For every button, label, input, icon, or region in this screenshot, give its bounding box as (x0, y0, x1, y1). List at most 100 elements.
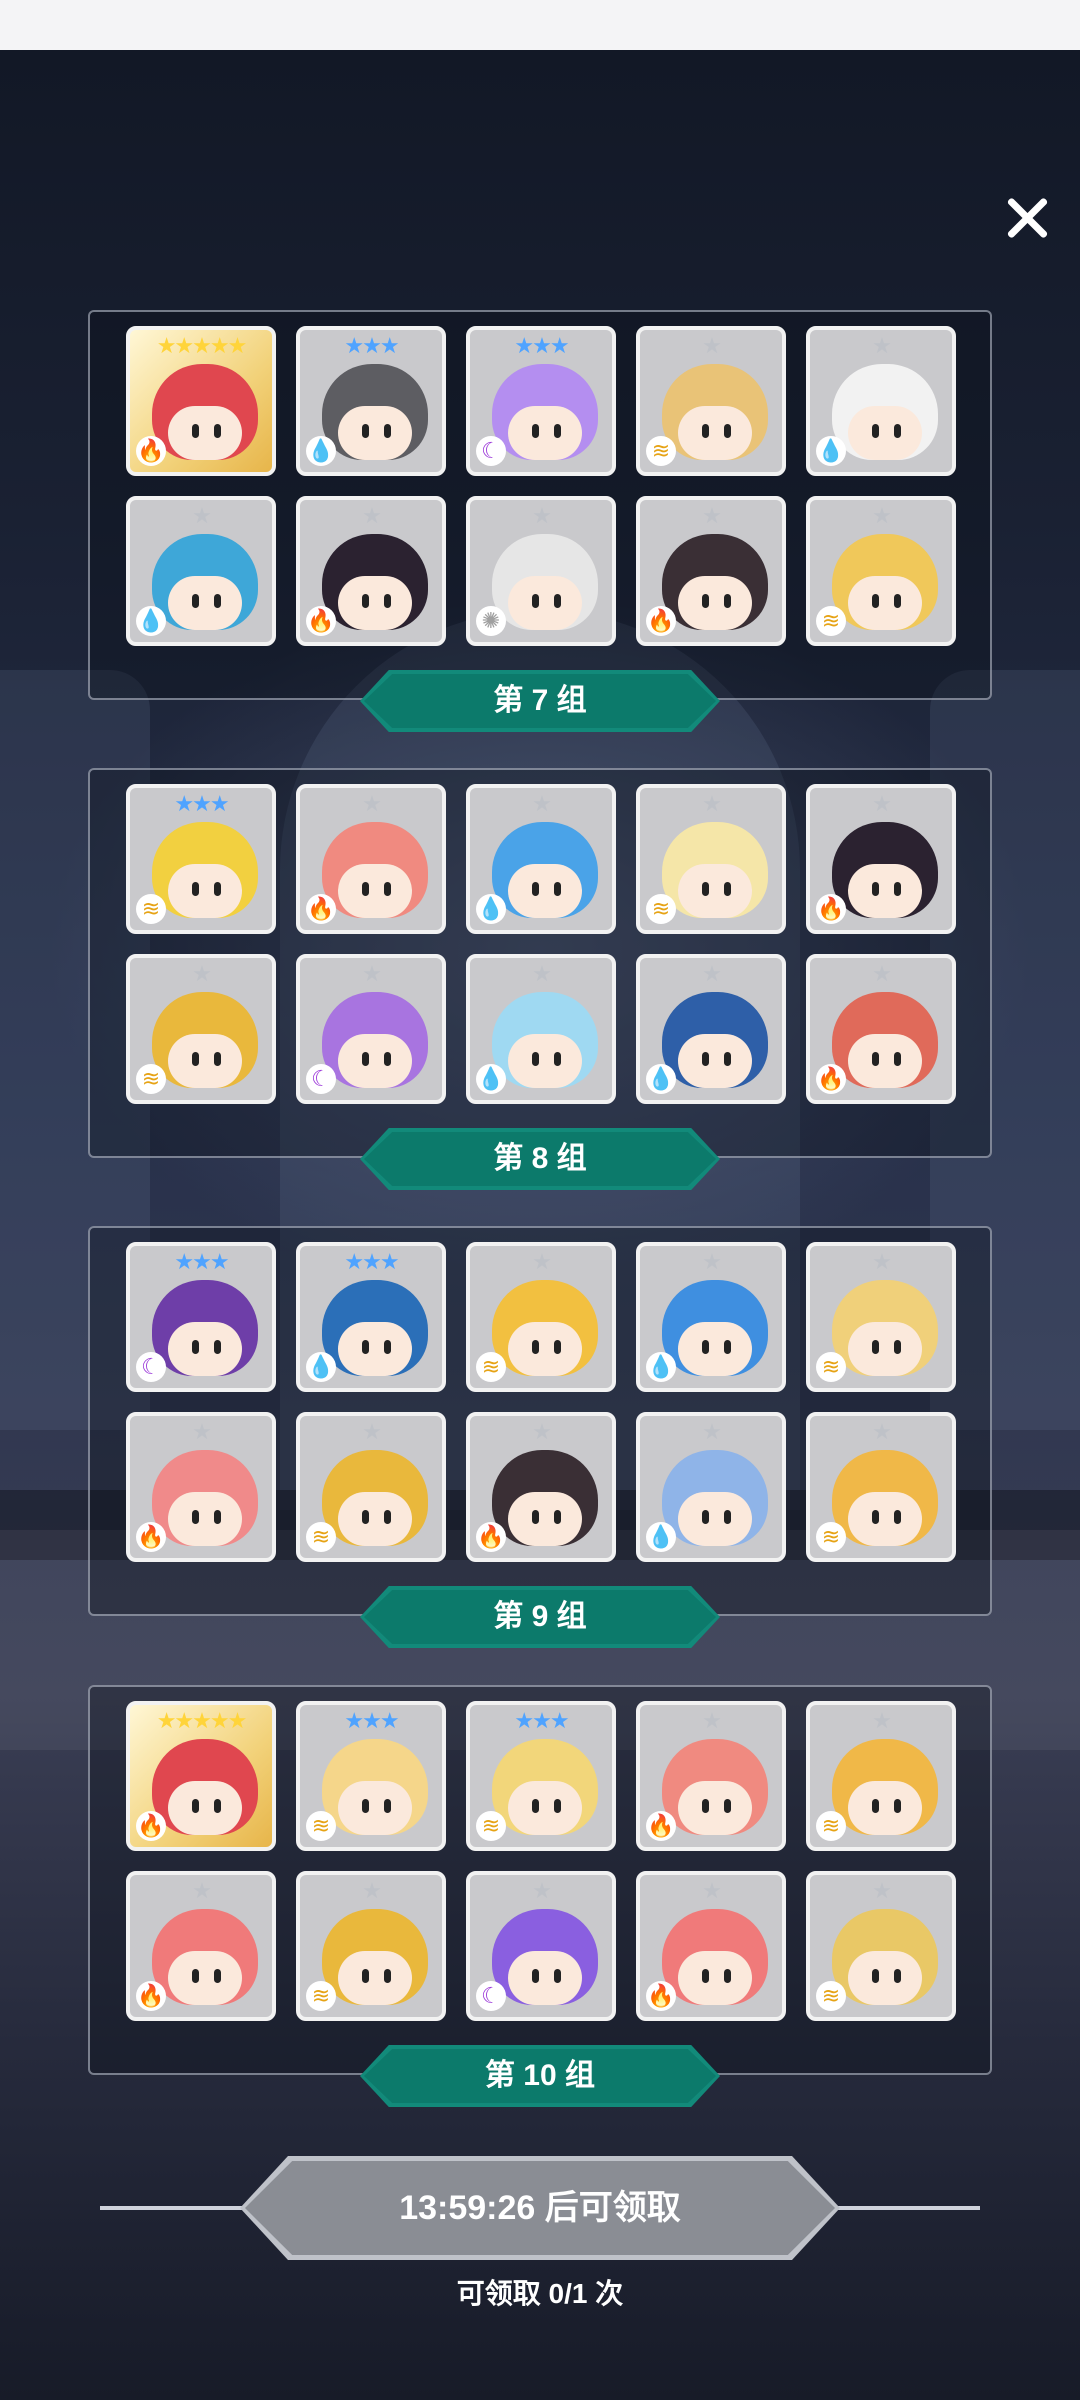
hero-card[interactable]: ★ ☾ (296, 954, 446, 1104)
hero-card[interactable]: ★ 💧 (466, 784, 616, 934)
water-element-icon: 💧 (646, 1352, 676, 1382)
hero-card[interactable]: ★ 💧 (466, 954, 616, 1104)
hero-face (338, 1951, 412, 2005)
eye (894, 1799, 901, 1813)
star-rating: ★★★ (344, 1249, 399, 1274)
hero-face (848, 1034, 922, 1088)
fire-element-icon: 🔥 (646, 606, 676, 636)
hero-card[interactable]: ★ ≋ (806, 1701, 956, 1851)
hero-card[interactable]: ★★★ ☾ (126, 1242, 276, 1392)
star-rating: ★ (702, 333, 722, 358)
hero-card[interactable]: ★★★★★ 🔥 (126, 326, 276, 476)
eye (362, 424, 369, 438)
hero-card[interactable]: ★ ✺ (466, 496, 616, 646)
hero-card[interactable]: ★ 🔥 (296, 496, 446, 646)
wind-element-icon: ≋ (136, 894, 166, 924)
hero-face (848, 1951, 922, 2005)
moon-element-icon: ☾ (306, 1064, 336, 1094)
moon-element-icon: ☾ (136, 1352, 166, 1382)
group-tag: 第 10 组 (360, 2045, 720, 2107)
light-element-icon: ✺ (476, 606, 506, 636)
hero-card[interactable]: ★ 🔥 (636, 1701, 786, 1851)
hero-face (338, 1492, 412, 1546)
hero-card[interactable]: ★ ≋ (296, 1871, 446, 2021)
claim-button[interactable]: 13:59:26 后可领取 (240, 2156, 840, 2260)
wind-element-icon: ≋ (306, 1811, 336, 1841)
fire-element-icon: 🔥 (816, 894, 846, 924)
star-rating: ★ (532, 961, 552, 986)
eye (894, 1340, 901, 1354)
eye (214, 1799, 221, 1813)
eye (532, 424, 539, 438)
hero-card[interactable]: ★ 🔥 (806, 784, 956, 934)
hero-card[interactable]: ★ ☾ (466, 1871, 616, 2021)
hero-card[interactable]: ★ ≋ (296, 1412, 446, 1562)
hero-face (508, 1322, 582, 1376)
hero-card[interactable]: ★ 💧 (636, 1412, 786, 1562)
hero-card[interactable]: ★ ≋ (636, 326, 786, 476)
hero-card[interactable]: ★ ≋ (466, 1242, 616, 1392)
star-rating: ★ (362, 1878, 382, 1903)
eye (362, 1969, 369, 1983)
eye (214, 1510, 221, 1524)
hero-card[interactable]: ★ 💧 (126, 496, 276, 646)
eye (894, 882, 901, 896)
hero-card[interactable]: ★★★ ≋ (296, 1701, 446, 1851)
hero-card[interactable]: ★ ≋ (636, 784, 786, 934)
star-rating: ★ (872, 1419, 892, 1444)
hero-card[interactable]: ★ 🔥 (806, 954, 956, 1104)
eye (894, 1052, 901, 1066)
status-bar (0, 0, 1080, 50)
eye (894, 424, 901, 438)
eye (724, 424, 731, 438)
hero-card[interactable]: ★ ≋ (806, 1242, 956, 1392)
hero-face (508, 864, 582, 918)
eye (214, 1969, 221, 1983)
star-rating: ★★★ (344, 1708, 399, 1733)
star-rating: ★ (362, 961, 382, 986)
water-element-icon: 💧 (136, 606, 166, 636)
group-label: 第 10 组 (484, 2059, 596, 2092)
hero-card[interactable]: ★ 🔥 (466, 1412, 616, 1562)
hero-face (848, 576, 922, 630)
hero-face (678, 1034, 752, 1088)
hero-card[interactable]: ★ ≋ (806, 1871, 956, 2021)
hero-card[interactable]: ★ 🔥 (126, 1412, 276, 1562)
star-rating: ★ (872, 1878, 892, 1903)
hero-card[interactable]: ★ ≋ (126, 954, 276, 1104)
star-rating: ★ (532, 1419, 552, 1444)
hero-card[interactable]: ★★★ ≋ (466, 1701, 616, 1851)
eye (384, 1340, 391, 1354)
hero-card[interactable]: ★ 🔥 (296, 784, 446, 934)
hero-face (168, 1034, 242, 1088)
hero-card[interactable]: ★ 🔥 (126, 1871, 276, 2021)
hero-face (168, 864, 242, 918)
hero-card[interactable]: ★ 💧 (806, 326, 956, 476)
hero-face (508, 1781, 582, 1835)
hero-card[interactable]: ★★★ 💧 (296, 1242, 446, 1392)
moon-element-icon: ☾ (476, 436, 506, 466)
hero-card[interactable]: ★ 💧 (636, 954, 786, 1104)
star-rating: ★ (192, 961, 212, 986)
fire-element-icon: 🔥 (136, 1811, 166, 1841)
eye (192, 1799, 199, 1813)
hero-face (678, 1781, 752, 1835)
hero-card[interactable]: ★★★ 💧 (296, 326, 446, 476)
star-rating: ★ (702, 503, 722, 528)
hero-card[interactable]: ★★★ ≋ (126, 784, 276, 934)
star-rating: ★ (872, 791, 892, 816)
hero-card[interactable]: ★★★ ☾ (466, 326, 616, 476)
close-icon[interactable] (1000, 190, 1056, 246)
hero-card[interactable]: ★ ≋ (806, 496, 956, 646)
hero-card[interactable]: ★★★★★ 🔥 (126, 1701, 276, 1851)
hero-card[interactable]: ★ 🔥 (636, 496, 786, 646)
hero-card[interactable]: ★ 🔥 (636, 1871, 786, 2021)
hero-card[interactable]: ★ 💧 (636, 1242, 786, 1392)
eye (554, 882, 561, 896)
water-element-icon: 💧 (646, 1064, 676, 1094)
hero-card[interactable]: ★ ≋ (806, 1412, 956, 1562)
water-element-icon: 💧 (646, 1522, 676, 1552)
fire-element-icon: 🔥 (136, 1981, 166, 2011)
hero-group-7: ★★★★★ 🔥 ★★★ 💧 ★★★ ☾ ★ ≋ ★ 💧 ★ 💧 ★ 🔥 ★ ✺ ★ 🔥 ★ ≋ 第 7 组 (88, 310, 992, 732)
eye (872, 424, 879, 438)
